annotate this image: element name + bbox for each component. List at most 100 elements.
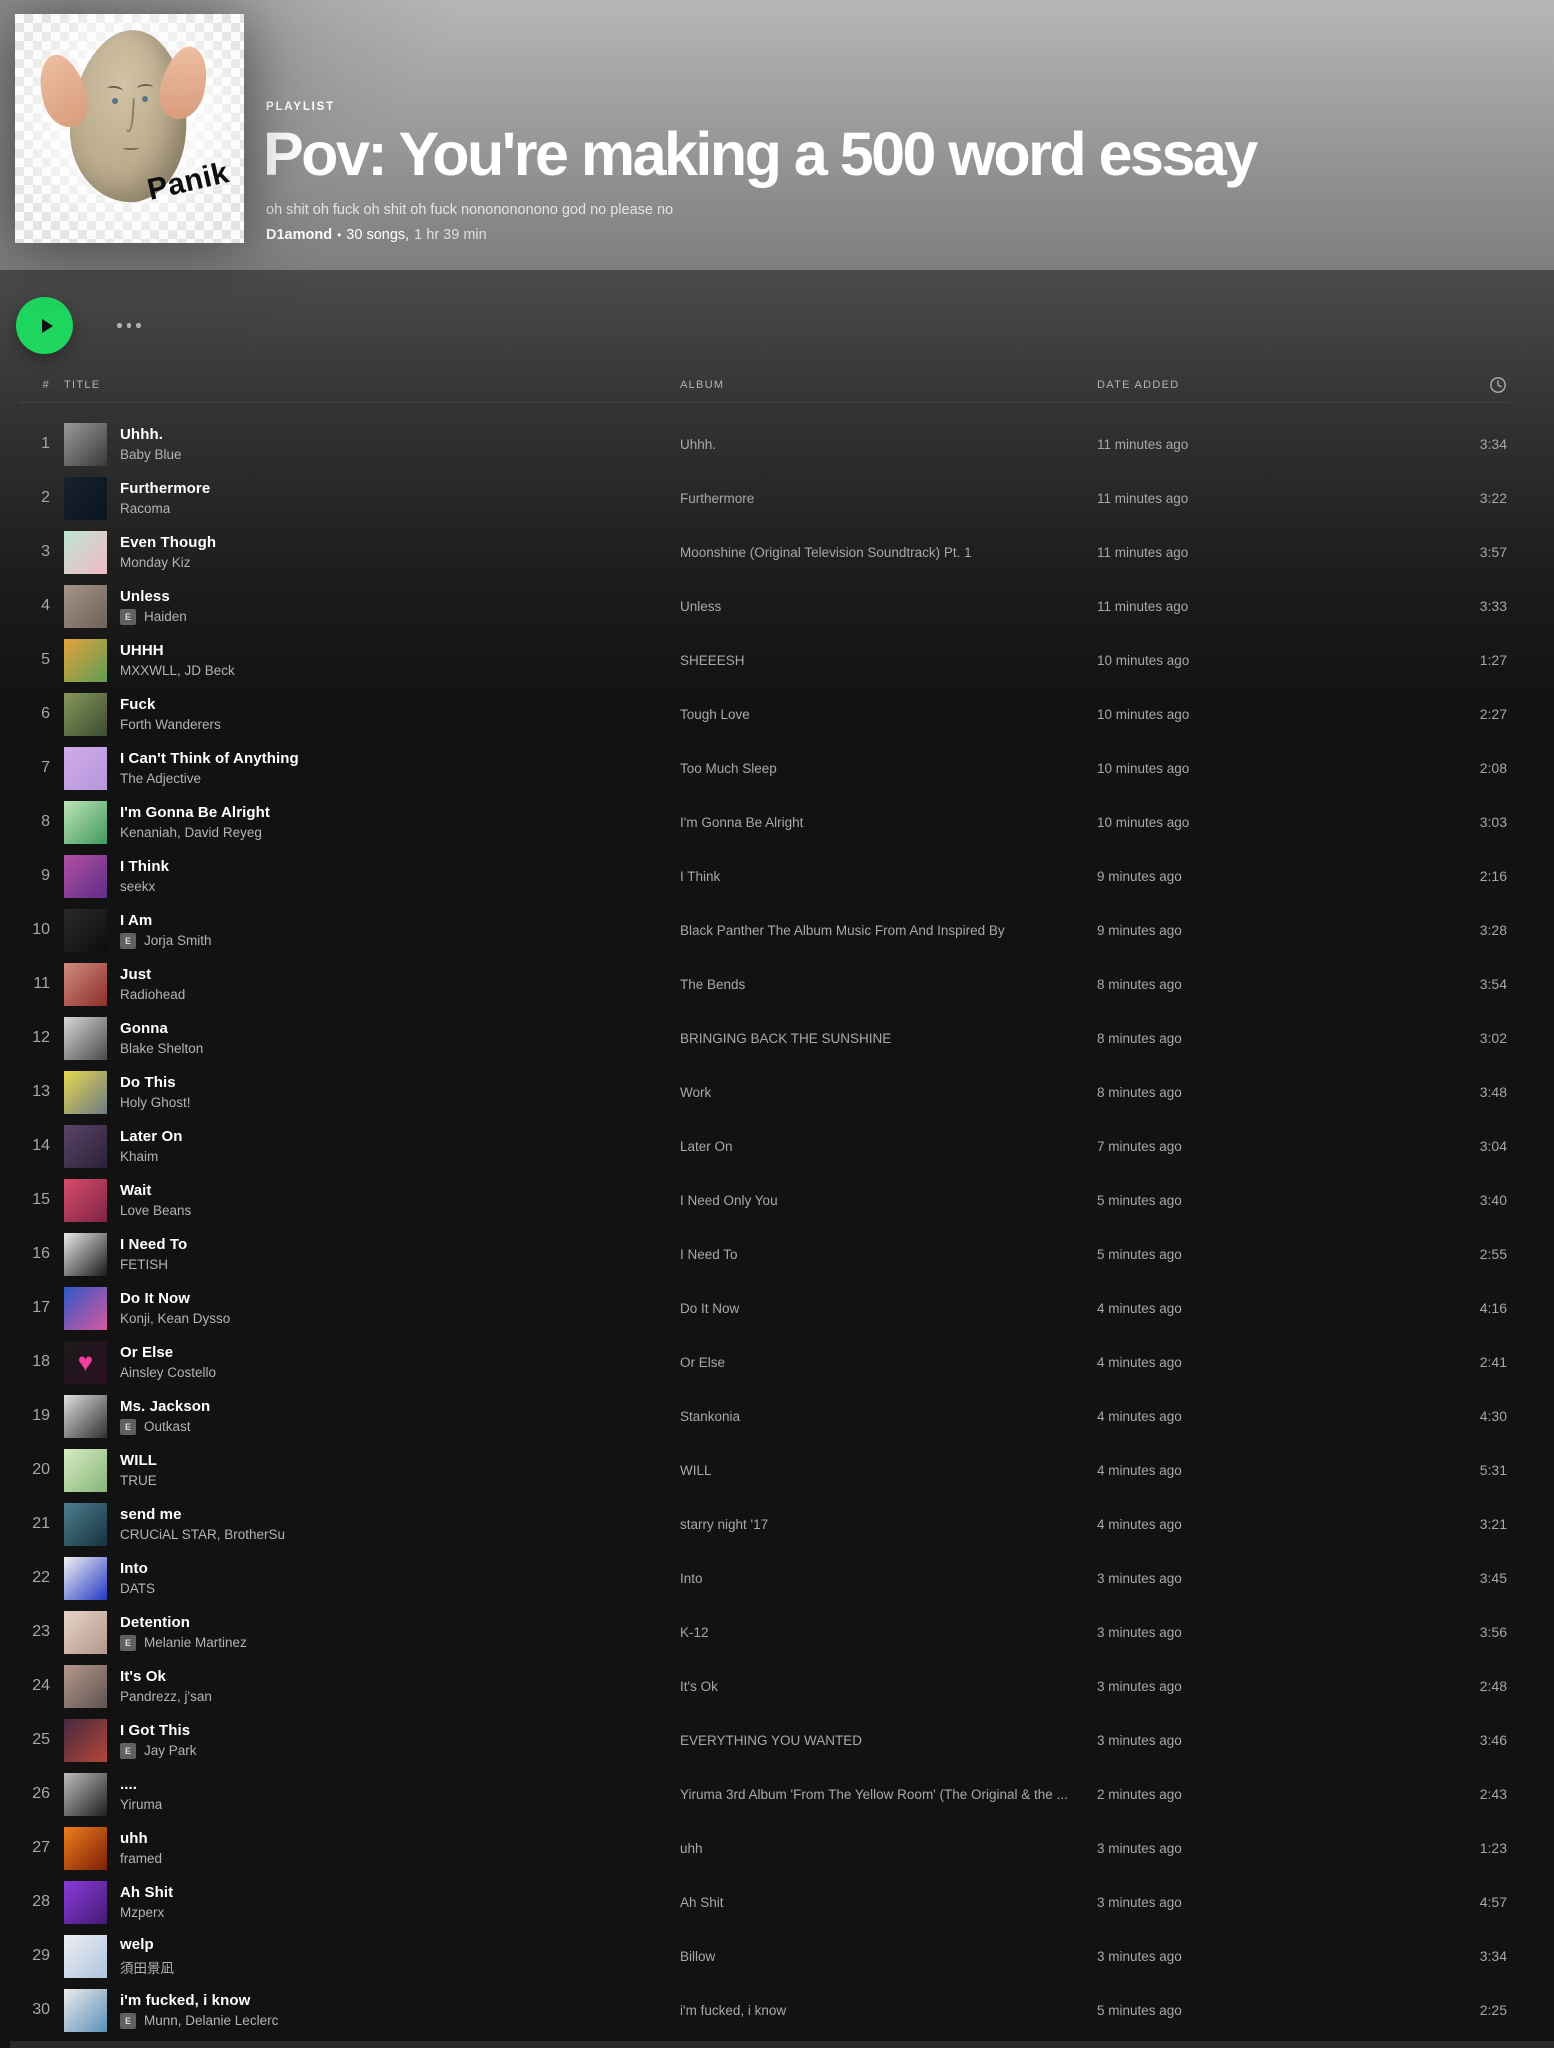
track-artists[interactable]: Khaim xyxy=(120,1149,158,1164)
track-artists[interactable]: Yiruma xyxy=(120,1797,162,1812)
track-artists[interactable]: Munn, Delanie Leclerc xyxy=(144,2013,278,2028)
track-artists[interactable]: Holy Ghost! xyxy=(120,1095,191,1110)
track-row[interactable]: 1 Uhhh. Baby Blue Uhhh. 11 minutes ago 3… xyxy=(20,417,1509,471)
track-row[interactable]: 28 Ah Shit Mzperx Ah Shit 3 minutes ago … xyxy=(20,1875,1509,1929)
track-album[interactable]: uhh xyxy=(680,1841,1097,1856)
track-album[interactable]: SHEEESH xyxy=(680,653,1097,668)
track-row[interactable]: 23 Detention E Melanie Martinez K-12 3 m… xyxy=(20,1605,1509,1659)
track-artists[interactable]: Jay Park xyxy=(144,1743,197,1758)
track-album[interactable]: It's Ok xyxy=(680,1679,1097,1694)
track-row[interactable]: 6 Fuck Forth Wanderers Tough Love 10 min… xyxy=(20,687,1509,741)
track-album[interactable]: Into xyxy=(680,1571,1097,1586)
track-artists[interactable]: Kenaniah, David Reyeg xyxy=(120,825,262,840)
track-title-cell: I Am E Jorja Smith xyxy=(64,909,680,952)
track-artists[interactable]: The Adjective xyxy=(120,771,201,786)
track-album[interactable]: I'm Gonna Be Alright xyxy=(680,815,1097,830)
more-options-button[interactable] xyxy=(111,317,147,334)
track-album[interactable]: I Need To xyxy=(680,1247,1097,1262)
track-album[interactable]: Do It Now xyxy=(680,1301,1097,1316)
track-artists[interactable]: Monday Kiz xyxy=(120,555,191,570)
track-row[interactable]: 13 Do This Holy Ghost! Work 8 minutes ag… xyxy=(20,1065,1509,1119)
track-artists[interactable]: Love Beans xyxy=(120,1203,191,1218)
track-artists[interactable]: Konji, Kean Dysso xyxy=(120,1311,230,1326)
track-row[interactable]: 9 I Think seekx I Think 9 minutes ago 2:… xyxy=(20,849,1509,903)
track-row[interactable]: 4 Unless E Haiden Unless 11 minutes ago … xyxy=(20,579,1509,633)
track-artists[interactable]: DATS xyxy=(120,1581,155,1596)
track-album[interactable]: Stankonia xyxy=(680,1409,1097,1424)
track-album[interactable]: BRINGING BACK THE SUNSHINE xyxy=(680,1031,1097,1046)
track-row[interactable]: 3 Even Though Monday Kiz Moonshine (Orig… xyxy=(20,525,1509,579)
track-artists[interactable]: FETISH xyxy=(120,1257,168,1272)
explicit-badge: E xyxy=(120,1635,136,1651)
play-button[interactable] xyxy=(16,297,73,354)
track-row[interactable]: 5 UHHH MXXWLL, JD Beck SHEEESH 10 minute… xyxy=(20,633,1509,687)
track-row[interactable]: 15 Wait Love Beans I Need Only You 5 min… xyxy=(20,1173,1509,1227)
track-row[interactable]: 12 Gonna Blake Shelton BRINGING BACK THE… xyxy=(20,1011,1509,1065)
track-row[interactable]: 19 Ms. Jackson E Outkast Stankonia 4 min… xyxy=(20,1389,1509,1443)
track-artists[interactable]: Pandrezz, j'san xyxy=(120,1689,212,1704)
track-artists[interactable]: Haiden xyxy=(144,609,187,624)
track-row[interactable]: 16 I Need To FETISH I Need To 5 minutes … xyxy=(20,1227,1509,1281)
track-album[interactable]: Ah Shit xyxy=(680,1895,1097,1910)
track-album[interactable]: I Think xyxy=(680,869,1097,884)
track-row[interactable]: 18 ♥ Or Else Ainsley Costello Or Else 4 … xyxy=(20,1335,1509,1389)
track-artists[interactable]: Jorja Smith xyxy=(144,933,212,948)
track-album[interactable]: Too Much Sleep xyxy=(680,761,1097,776)
track-artists[interactable]: Mzperx xyxy=(120,1905,164,1920)
track-album[interactable]: Tough Love xyxy=(680,707,1097,722)
track-row[interactable]: 8 I'm Gonna Be Alright Kenaniah, David R… xyxy=(20,795,1509,849)
track-artists[interactable]: Ainsley Costello xyxy=(120,1365,216,1380)
track-artists[interactable]: CRUCiAL STAR, BrotherSu xyxy=(120,1527,285,1542)
track-row[interactable]: 17 Do It Now Konji, Kean Dysso Do It Now… xyxy=(20,1281,1509,1335)
track-row[interactable]: 21 send me CRUCiAL STAR, BrotherSu starr… xyxy=(20,1497,1509,1551)
track-album[interactable]: I Need Only You xyxy=(680,1193,1097,1208)
track-artists[interactable]: Forth Wanderers xyxy=(120,717,221,732)
track-album[interactable]: EVERYTHING YOU WANTED xyxy=(680,1733,1097,1748)
track-album[interactable]: i'm fucked, i know xyxy=(680,2003,1097,2018)
track-row[interactable]: 2 Furthermore Racoma Furthermore 11 minu… xyxy=(20,471,1509,525)
track-artists[interactable]: 須田景凪 xyxy=(120,1957,174,1977)
track-row[interactable]: 30 i'm fucked, i know E Munn, Delanie Le… xyxy=(20,1983,1509,2037)
track-album[interactable]: Later On xyxy=(680,1139,1097,1154)
track-row[interactable]: 24 It's Ok Pandrezz, j'san It's Ok 3 min… xyxy=(20,1659,1509,1713)
owner-link[interactable]: D1amond xyxy=(266,227,332,243)
track-album[interactable]: Billow xyxy=(680,1949,1097,1964)
track-row[interactable]: 11 Just Radiohead The Bends 8 minutes ag… xyxy=(20,957,1509,1011)
track-row[interactable]: 22 Into DATS Into 3 minutes ago 3:45 xyxy=(20,1551,1509,1605)
playlist-cover-art[interactable]: Panik xyxy=(15,14,244,243)
track-duration: 3:40 xyxy=(1377,1192,1509,1208)
track-artists[interactable]: TRUE xyxy=(120,1473,157,1488)
track-album[interactable]: K-12 xyxy=(680,1625,1097,1640)
track-artists[interactable]: Baby Blue xyxy=(120,447,182,462)
track-artists[interactable]: Melanie Martinez xyxy=(144,1635,247,1650)
track-artists[interactable]: Outkast xyxy=(144,1419,191,1434)
track-row[interactable]: 25 I Got This E Jay Park EVERYTHING YOU … xyxy=(20,1713,1509,1767)
track-duration: 3:46 xyxy=(1377,1732,1509,1748)
track-album[interactable]: Yiruma 3rd Album 'From The Yellow Room' … xyxy=(680,1787,1097,1802)
album-art-thumbnail xyxy=(64,1449,107,1492)
track-album[interactable]: Furthermore xyxy=(680,491,1097,506)
track-row[interactable]: 10 I Am E Jorja Smith Black Panther The … xyxy=(20,903,1509,957)
track-artists[interactable]: Racoma xyxy=(120,501,170,516)
track-row[interactable]: 20 WILL TRUE WILL 4 minutes ago 5:31 xyxy=(20,1443,1509,1497)
track-row[interactable]: 29 welp 須田景凪 Billow 3 minutes ago 3:34 xyxy=(20,1929,1509,1983)
track-row[interactable]: 14 Later On Khaim Later On 7 minutes ago… xyxy=(20,1119,1509,1173)
track-album[interactable]: starry night '17 xyxy=(680,1517,1097,1532)
track-album[interactable]: Uhhh. xyxy=(680,437,1097,452)
track-album[interactable]: Or Else xyxy=(680,1355,1097,1370)
track-artists[interactable]: seekx xyxy=(120,879,155,894)
track-album[interactable]: The Bends xyxy=(680,977,1097,992)
track-artists[interactable]: framed xyxy=(120,1851,162,1866)
track-album[interactable]: Moonshine (Original Television Soundtrac… xyxy=(680,545,1097,560)
track-album[interactable]: Black Panther The Album Music From And I… xyxy=(680,923,1097,938)
track-artists[interactable]: Blake Shelton xyxy=(120,1041,203,1056)
track-row[interactable]: 27 uhh framed uhh 3 minutes ago 1:23 xyxy=(20,1821,1509,1875)
track-artists[interactable]: Radiohead xyxy=(120,987,185,1002)
track-album[interactable]: WILL xyxy=(680,1463,1097,1478)
track-album[interactable]: Unless xyxy=(680,599,1097,614)
track-row[interactable]: 26 .... Yiruma Yiruma 3rd Album 'From Th… xyxy=(20,1767,1509,1821)
track-row[interactable]: 7 I Can't Think of Anything The Adjectiv… xyxy=(20,741,1509,795)
track-album[interactable]: Work xyxy=(680,1085,1097,1100)
track-artists[interactable]: MXXWLL, JD Beck xyxy=(120,663,235,678)
track-duration: 3:34 xyxy=(1377,1948,1509,1964)
